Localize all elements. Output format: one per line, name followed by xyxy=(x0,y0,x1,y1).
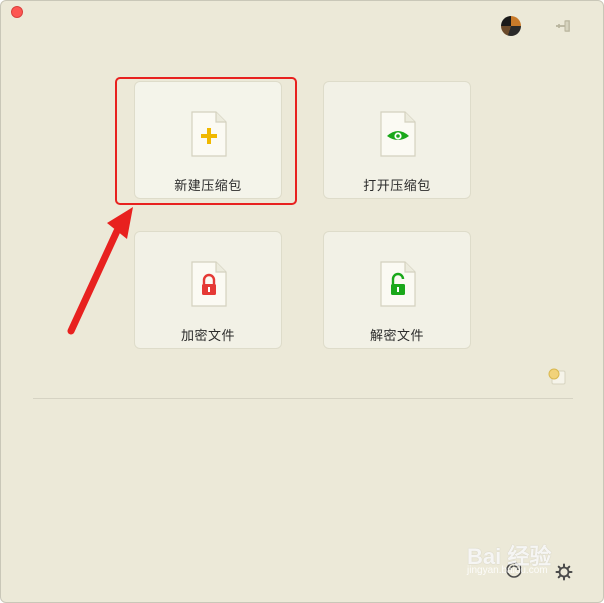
annotation-arrow-icon xyxy=(67,207,133,335)
gear-icon[interactable] xyxy=(555,563,573,581)
note-icon[interactable] xyxy=(547,366,567,386)
eye-document-icon xyxy=(380,111,416,157)
new-archive-button[interactable]: 新建压缩包 xyxy=(134,81,282,199)
locked-document-icon xyxy=(191,261,227,307)
decrypt-file-button[interactable]: 解密文件 xyxy=(323,231,471,349)
app-window: 新建压缩包 打开压缩包 加密文件 解密文件 Bai 经验 jingyan.bai… xyxy=(0,0,604,603)
unlocked-document-icon xyxy=(380,261,416,307)
new-archive-label: 新建压缩包 xyxy=(174,179,242,194)
user-avatar[interactable] xyxy=(501,16,521,36)
plus-document-icon xyxy=(191,111,227,157)
open-archive-label: 打开压缩包 xyxy=(363,179,431,194)
view-toggle-icon[interactable] xyxy=(505,561,523,579)
decrypt-file-label: 解密文件 xyxy=(369,329,424,344)
pin-icon[interactable] xyxy=(552,16,572,36)
close-button[interactable] xyxy=(11,6,23,18)
open-archive-button[interactable]: 打开压缩包 xyxy=(323,81,471,199)
encrypt-file-button[interactable]: 加密文件 xyxy=(134,231,282,349)
divider xyxy=(33,398,573,399)
encrypt-file-label: 加密文件 xyxy=(180,329,235,344)
